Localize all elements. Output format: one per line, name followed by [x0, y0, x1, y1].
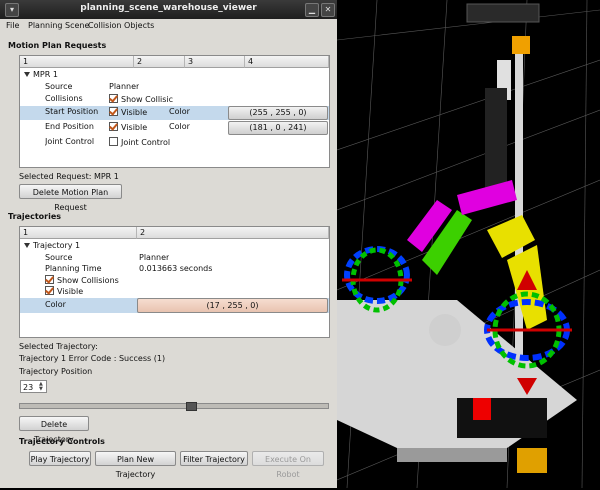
start-position-label: Start Position — [45, 107, 99, 116]
menu-bar: File Planning Scene Collision Objects — [0, 19, 337, 34]
trajectory-position-spinbox[interactable]: 23 ▲ ▼ — [20, 380, 47, 393]
play-trajectory-button[interactable]: Play Trajectory — [29, 451, 91, 466]
traj-expand-arrow-icon[interactable] — [24, 243, 30, 248]
tree-row-visible[interactable]: Visible — [20, 285, 329, 299]
spin-arrows-icon[interactable]: ▲ ▼ — [39, 382, 45, 392]
slider-thumb[interactable] — [186, 402, 197, 411]
source-value: Planner — [109, 82, 140, 91]
robot-head — [466, 3, 540, 23]
traj-color-label: Color — [45, 300, 66, 309]
motion-plan-heading: Motion Plan Requests — [8, 41, 107, 50]
title-bar: ▾ planning_scene_warehouse_viewer ▁ ✕ — [0, 0, 337, 19]
mpr-label: MPR 1 — [33, 70, 58, 79]
end-visible-text: Visible — [121, 123, 148, 132]
tree-row-joint-control[interactable]: Joint Control Joint Control — [20, 136, 329, 150]
traj-visible-checkbox[interactable] — [45, 286, 54, 295]
planning-time-value: 0.013663 seconds — [139, 264, 213, 273]
tree-row-traj-color[interactable]: Color (17 , 255 , 0) — [20, 298, 329, 313]
base-edge — [397, 448, 507, 462]
traj-source-value: Planner — [139, 253, 170, 262]
start-color-button[interactable]: (255 , 255 , 0) — [228, 106, 328, 120]
trajectory-controls-heading: Trajectory Controls — [19, 437, 105, 446]
column-header-1[interactable]: 1 — [20, 56, 134, 68]
window-title: planning_scene_warehouse_viewer — [80, 3, 257, 13]
motion-plan-tree[interactable]: 1 2 3 4 MPR 1 Source Planner Collisions … — [19, 55, 330, 168]
traj-collisions-text: Show Collisions — [57, 276, 119, 285]
close-icon[interactable]: ✕ — [321, 3, 335, 17]
delete-trajectory-button[interactable]: Delete Trajectory — [19, 416, 89, 444]
trajectory-label: Trajectory 1 — [33, 241, 81, 250]
joint-control-checkbox[interactable] — [109, 137, 118, 146]
column-header-2[interactable]: 2 — [134, 56, 185, 68]
traj-column-header-1[interactable]: 1 — [20, 227, 137, 239]
torso — [485, 88, 507, 198]
end-color-button[interactable]: (181 , 0 , 241) — [228, 121, 328, 135]
planning-time-label: Planning Time — [45, 264, 102, 273]
gripper-ball — [429, 314, 461, 346]
trajectory-tree[interactable]: 1 2 Trajectory 1 Source Planner Planning… — [19, 226, 330, 338]
trajectory-position-value: 23 — [23, 383, 34, 392]
traj-collisions-checkbox[interactable] — [45, 275, 54, 284]
trajectory-error-code: Trajectory 1 Error Code : Success (1) — [19, 354, 166, 363]
wheel — [517, 448, 547, 473]
source-label: Source — [45, 82, 73, 91]
menu-file[interactable]: File — [6, 21, 19, 30]
start-color-label: Color — [169, 107, 190, 116]
start-visible-checkbox[interactable] — [109, 107, 118, 116]
minimize-icon[interactable]: ▁ — [305, 3, 319, 17]
tree-row-end-position[interactable]: End Position Visible Color (181 , 0 , 24… — [20, 121, 329, 135]
warehouse-viewer-window: ▾ planning_scene_warehouse_viewer ▁ ✕ Fi… — [0, 0, 337, 488]
tree-row-collisions[interactable]: Collisions Show Collisic — [20, 93, 329, 107]
end-visible-checkbox[interactable] — [109, 122, 118, 131]
show-collisions-text: Show Collisic — [121, 95, 174, 104]
selected-trajectory-label: Selected Trajectory: — [19, 342, 98, 351]
show-collisions-checkbox[interactable] — [109, 94, 118, 103]
start-visible-text: Visible — [121, 108, 148, 117]
trajectories-heading: Trajectories — [8, 212, 62, 221]
head-sensor — [512, 36, 530, 54]
trajectory-slider[interactable] — [19, 402, 329, 411]
column-header-4[interactable]: 4 — [245, 56, 329, 68]
joint-control-text: Joint Control — [121, 138, 171, 147]
joint-control-label: Joint Control — [45, 137, 95, 146]
execute-on-robot-button: Execute On Robot — [252, 451, 324, 479]
trajectory-position-label: Trajectory Position — [19, 367, 93, 376]
collisions-label: Collisions — [45, 94, 83, 103]
column-header-3[interactable]: 3 — [185, 56, 245, 68]
end-position-label: End Position — [45, 122, 94, 131]
scene-viewport[interactable] — [336, 0, 600, 489]
traj-column-header-2[interactable]: 2 — [137, 227, 329, 239]
traj-source-label: Source — [45, 253, 73, 262]
red-block — [473, 398, 491, 420]
tree-row-start-position[interactable]: Start Position Visible Color (255 , 255 … — [20, 106, 329, 120]
traj-visible-text: Visible — [57, 287, 84, 296]
selected-request-label: Selected Request: MPR 1 — [19, 172, 119, 181]
robot-scene-render — [336, 0, 600, 489]
base-body — [457, 398, 547, 438]
end-color-label: Color — [169, 122, 190, 131]
traj-color-button[interactable]: (17 , 255 , 0) — [137, 298, 328, 313]
menu-planning-scene[interactable]: Planning Scene — [28, 21, 89, 30]
filter-trajectory-button[interactable]: Filter Trajectory — [180, 451, 248, 466]
expand-arrow-icon[interactable] — [24, 72, 30, 77]
delete-motion-plan-button[interactable]: Delete Motion Plan Request — [19, 184, 122, 212]
plan-new-trajectory-button[interactable]: Plan New Trajectory — [95, 451, 176, 479]
menu-collision-objects[interactable]: Collision Objects — [88, 21, 154, 30]
